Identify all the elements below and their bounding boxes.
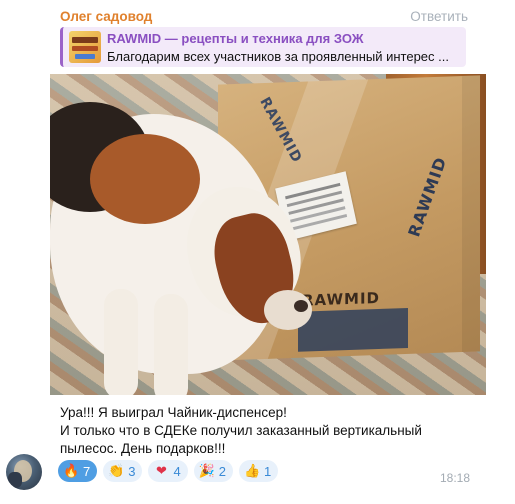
clap-icon: 👏 xyxy=(108,463,125,478)
avatar-shape xyxy=(8,472,22,488)
quote-text: Благодарим всех участников за проявленны… xyxy=(107,49,449,64)
photo-dog-nose xyxy=(294,300,308,312)
fire-icon: 🔥 xyxy=(63,463,80,478)
reaction-count: 3 xyxy=(128,463,136,479)
reaction-thumbs-up[interactable]: 👍 1 xyxy=(238,460,279,482)
reply-button[interactable]: Ответить xyxy=(410,9,468,24)
caption-line: Ура!!! Я выиграл Чайник-диспенсер! xyxy=(60,405,287,420)
reaction-party[interactable]: 🎉 2 xyxy=(193,460,233,482)
party-popper-icon: 🎉 xyxy=(198,463,215,478)
reaction-count: 2 xyxy=(218,463,226,479)
photo-dog-patch xyxy=(90,134,200,224)
quote-title: RAWMID — рецепты и техника для ЗОЖ xyxy=(107,31,364,46)
reaction-count: 4 xyxy=(173,463,181,479)
box-print-strip xyxy=(298,307,408,352)
quote-thumbnail xyxy=(69,31,101,63)
message-photo[interactable]: RAWMID RAWMID RAWMID xyxy=(50,74,486,395)
reaction-heart[interactable]: ❤ 4 xyxy=(148,460,188,482)
caption-line: пылесос. День подарков!!! xyxy=(60,441,226,456)
photo-dog-leg xyxy=(104,289,138,395)
message-time: 18:18 xyxy=(439,471,470,485)
sender-name[interactable]: Олег садовод xyxy=(60,9,152,24)
thumbs-up-icon: 👍 xyxy=(243,463,261,478)
box-brand-text: RAWMID xyxy=(302,288,380,310)
heart-icon: ❤ xyxy=(156,463,167,478)
reactions-bar: 🔥 7 👏 3 ❤ 4 🎉 2 👍 1 xyxy=(58,460,279,484)
reaction-clap[interactable]: 👏 3 xyxy=(103,460,143,482)
box-brand-text: RAWMID xyxy=(404,154,451,240)
forwarded-quote[interactable]: RAWMID — рецепты и техника для ЗОЖ Благо… xyxy=(60,27,466,67)
message-caption: Ура!!! Я выиграл Чайник-диспенсер! И тол… xyxy=(60,404,480,458)
caption-line: И только что в СДЕКе получил заказанный … xyxy=(60,423,422,438)
photo-dog-leg xyxy=(154,294,188,395)
reaction-count: 1 xyxy=(263,463,272,479)
message-bubble: Олег садовод Ответить RAWMID — рецепты и… xyxy=(50,0,486,496)
reaction-fire[interactable]: 🔥 7 xyxy=(58,460,98,482)
reaction-count: 7 xyxy=(83,463,91,479)
sender-avatar[interactable] xyxy=(6,454,42,490)
